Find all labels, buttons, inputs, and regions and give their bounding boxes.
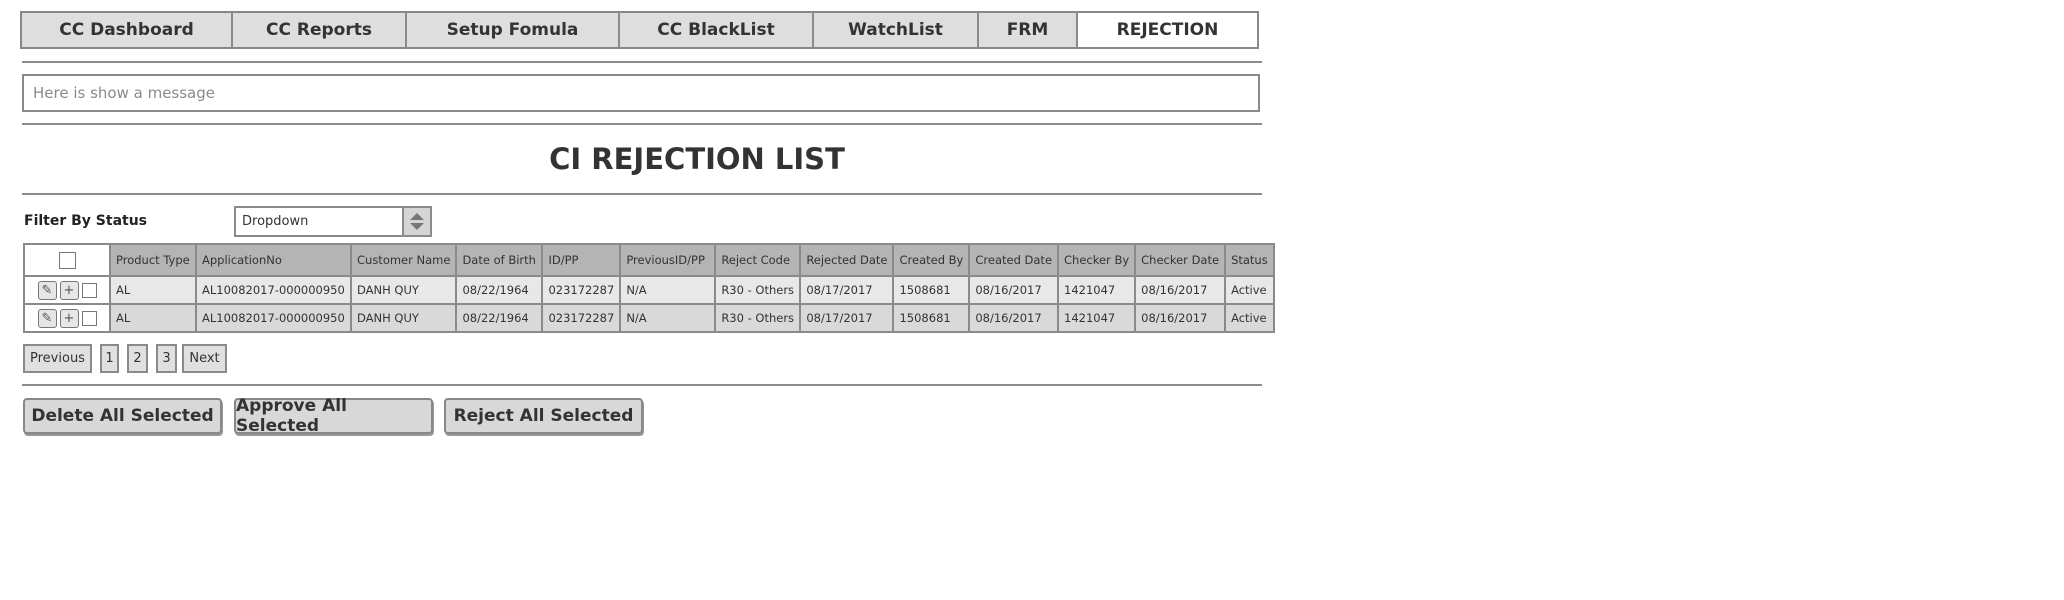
column-header[interactable]: Reject Code: [714, 243, 802, 277]
table-cell: 08/22/1964: [455, 303, 544, 333]
row-actions-cell: ✎ +: [23, 303, 111, 333]
table-cell: DANH QUY: [349, 275, 458, 305]
table-row: ✎ + AL AL10082017-000000950 DANH QUY 08/2…: [23, 303, 1275, 333]
tab-rejection[interactable]: REJECTION: [1078, 13, 1257, 47]
row-actions-cell: ✎ +: [23, 275, 111, 305]
table-cell: AL: [109, 275, 197, 305]
previous-page-button[interactable]: Previous: [23, 344, 92, 373]
table-cell: 08/16/2017: [968, 303, 1060, 333]
chevron-down-icon: [410, 223, 424, 230]
plus-icon[interactable]: +: [59, 308, 79, 328]
page-title: CI REJECTION LIST: [549, 142, 845, 176]
divider: [22, 384, 1262, 386]
table-cell: 1421047: [1057, 303, 1137, 333]
tab-frm[interactable]: FRM: [979, 13, 1078, 47]
column-header[interactable]: Checker Date: [1134, 243, 1227, 277]
row-checkbox[interactable]: [81, 282, 97, 298]
table-cell: 08/17/2017: [799, 275, 895, 305]
reject-all-selected-button[interactable]: Reject All Selected: [444, 398, 643, 434]
table-cell: AL10082017-000000950: [195, 275, 352, 305]
tab-watchlist[interactable]: WatchList: [814, 13, 979, 47]
page-1-button[interactable]: 1: [100, 344, 119, 373]
column-header[interactable]: PreviousID/PP: [619, 243, 717, 277]
table-cell: N/A: [619, 303, 717, 333]
divider: [22, 193, 1262, 195]
table-cell: N/A: [619, 275, 717, 305]
dropdown-toggle-button[interactable]: [402, 206, 432, 237]
table-row: ✎ + AL AL10082017-000000950 DANH QUY 08/2…: [23, 275, 1275, 305]
tab-cc-reports[interactable]: CC Reports: [233, 13, 407, 47]
column-header[interactable]: Created Date: [968, 243, 1060, 277]
table-cell: Active: [1224, 275, 1275, 305]
chevron-up-icon: [410, 213, 424, 220]
tab-cc-blacklist[interactable]: CC BlackList: [620, 13, 814, 47]
table-header-row: Product Type ApplicationNo Customer Name…: [23, 243, 1275, 277]
table-cell: 1508681: [892, 303, 971, 333]
table-cell: 08/22/1964: [455, 275, 544, 305]
table-cell: 023172287: [541, 303, 622, 333]
table-cell: 08/16/2017: [1134, 303, 1227, 333]
table-cell: AL: [109, 303, 197, 333]
table-cell: 08/16/2017: [968, 275, 1060, 305]
column-header[interactable]: Customer Name: [349, 243, 458, 277]
column-header[interactable]: Date of Birth: [455, 243, 544, 277]
tab-cc-dashboard[interactable]: CC Dashboard: [22, 13, 233, 47]
row-checkbox[interactable]: [81, 310, 97, 326]
column-header[interactable]: ApplicationNo: [195, 243, 352, 277]
next-page-button[interactable]: Next: [182, 344, 227, 373]
divider: [22, 61, 1262, 63]
plus-icon[interactable]: +: [59, 280, 79, 300]
table-cell: Active: [1224, 303, 1275, 333]
table-cell: 1421047: [1057, 275, 1137, 305]
status-filter-dropdown[interactable]: Dropdown: [234, 206, 432, 237]
column-header[interactable]: Status: [1224, 243, 1275, 277]
table-cell: 08/16/2017: [1134, 275, 1227, 305]
approve-all-selected-button[interactable]: Approve All Selected: [234, 396, 433, 436]
select-all-checkbox[interactable]: [58, 251, 76, 269]
pagination: Previous 1 2 3 Next: [23, 344, 235, 373]
table-cell: 1508681: [892, 275, 971, 305]
filter-status-label: Filter By Status: [24, 213, 148, 229]
page-2-button[interactable]: 2: [127, 344, 148, 373]
delete-all-selected-button[interactable]: Delete All Selected: [23, 398, 222, 434]
main-tab-bar: CC Dashboard CC Reports Setup Fomula CC …: [20, 11, 1259, 49]
divider: [22, 123, 1262, 125]
column-header[interactable]: ID/PP: [541, 243, 622, 277]
dropdown-selected-value: Dropdown: [242, 214, 309, 229]
message-box: Here is show a message: [22, 74, 1260, 112]
page-3-button[interactable]: 3: [156, 344, 177, 373]
table-cell: 023172287: [541, 275, 622, 305]
pencil-icon[interactable]: ✎: [37, 308, 57, 328]
table-cell: R30 - Others: [714, 275, 802, 305]
column-header[interactable]: Rejected Date: [799, 243, 895, 277]
select-all-cell: [23, 243, 111, 277]
table-cell: AL10082017-000000950: [195, 303, 352, 333]
table-cell: R30 - Others: [714, 303, 802, 333]
rejection-table: Product Type ApplicationNo Customer Name…: [23, 243, 1275, 333]
column-header[interactable]: Product Type: [109, 243, 197, 277]
column-header[interactable]: Created By: [892, 243, 971, 277]
tab-setup-fomula[interactable]: Setup Fomula: [407, 13, 620, 47]
table-cell: DANH QUY: [349, 303, 458, 333]
pencil-icon[interactable]: ✎: [37, 280, 57, 300]
table-cell: 08/17/2017: [799, 303, 895, 333]
column-header[interactable]: Checker By: [1057, 243, 1137, 277]
